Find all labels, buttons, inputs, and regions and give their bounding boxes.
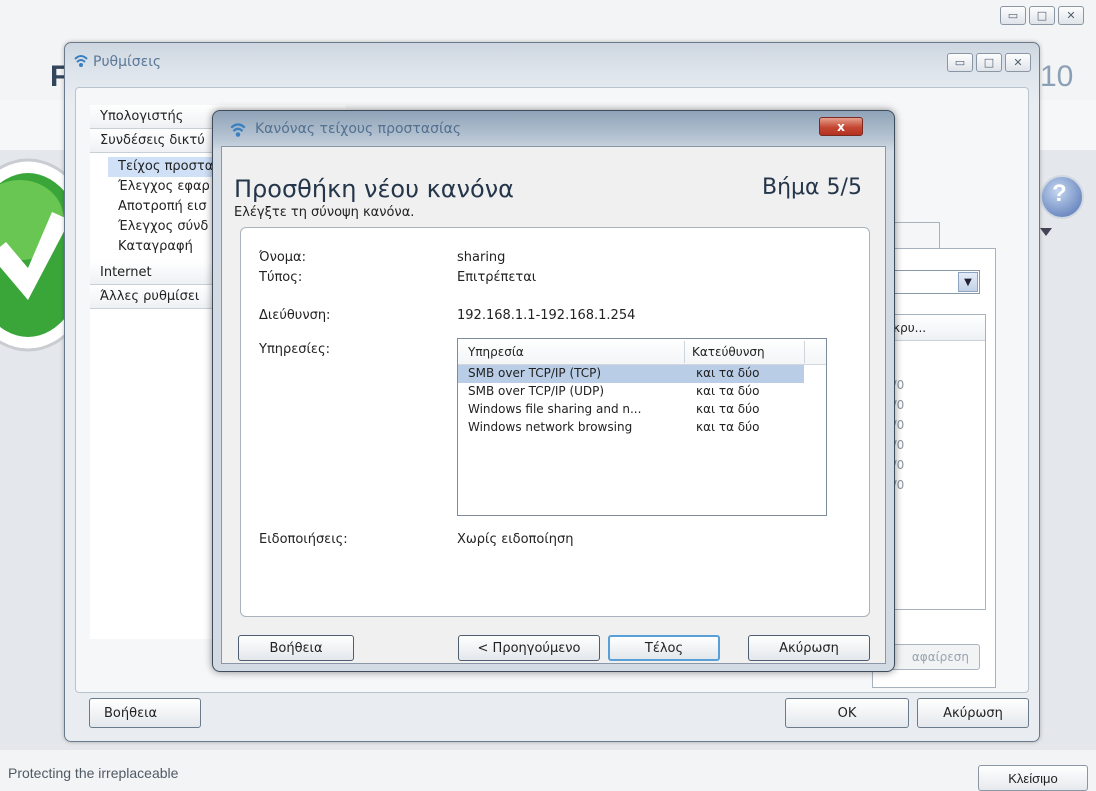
question-mark-icon: ? <box>1052 180 1067 207</box>
rule-summary-panel: Όνομα: sharing Τύπος: Επιτρέπεται Διεύθυ… <box>240 227 870 617</box>
back-button[interactable]: < Προηγούμενο <box>458 635 600 661</box>
maximize-icon[interactable]: □ <box>1029 6 1055 25</box>
column-header-service[interactable]: Υπηρεσία <box>468 345 524 359</box>
wizard-step-indicator: Βήμα 5/5 <box>762 175 862 200</box>
minimize-icon[interactable]: ▭ <box>947 53 973 72</box>
app-tagline: Protecting the irreplaceable <box>8 765 179 781</box>
dialog-close-button[interactable]: x <box>819 117 863 136</box>
settings-help-button[interactable]: Βοήθεια <box>89 698 201 728</box>
service-name-cell: SMB over TCP/IP (TCP) <box>468 366 602 380</box>
dialog-subtitle: Ελέγξτε τη σύνοψη κανόνα. <box>234 205 415 220</box>
notifications-value: Χωρίς ειδοποίηση <box>457 532 574 547</box>
firewall-rule-dialog: Κανόνας τείχους προστασίας x Προσθήκη νέ… <box>212 110 895 672</box>
dialog-cancel-button[interactable]: Ακύρωση <box>748 635 870 661</box>
table-row[interactable]: Windows file sharing and n... και τα δύο <box>458 401 826 419</box>
type-value: Επιτρέπεται <box>457 270 537 285</box>
dialog-heading: Προσθήκη νέου κανόνα <box>234 175 514 203</box>
dialog-help-button[interactable]: Βοήθεια <box>238 635 354 661</box>
close-icon[interactable]: ✕ <box>1005 53 1031 72</box>
services-table-header: Υπηρεσία Κατεύθυνση <box>458 339 826 365</box>
column-separator <box>804 341 805 363</box>
service-name-cell: Windows file sharing and n... <box>468 402 642 416</box>
wifi-icon <box>230 123 246 137</box>
name-label: Όνομα: <box>259 250 306 265</box>
notifications-label: Ειδοποιήσεις: <box>259 532 348 547</box>
chevron-down-icon[interactable]: ▼ <box>958 272 978 292</box>
right-panel-dropdown[interactable]: ▼ <box>880 270 980 294</box>
table-row[interactable]: SMB over TCP/IP (UDP) και τα δύο <box>458 383 826 401</box>
column-header-direction[interactable]: Κατεύθυνση <box>692 345 765 359</box>
settings-window-controls: ▭ □ ✕ <box>947 53 1031 72</box>
table-row[interactable]: Windows network browsing και τα δύο <box>458 419 826 437</box>
wifi-icon <box>74 55 88 67</box>
app-version-text: 10 <box>1040 60 1074 93</box>
maximize-icon[interactable]: □ <box>976 53 1002 72</box>
direction-cell: και τα δύο <box>696 366 760 380</box>
type-label: Τύπος: <box>259 270 303 285</box>
right-list-header[interactable]: κρυ... <box>881 315 985 341</box>
right-list-value: 0/0 <box>881 455 985 475</box>
right-list-value: 0/0 <box>881 375 985 395</box>
right-list-value: 0/0 <box>881 395 985 415</box>
services-label: Υπηρεσίες: <box>259 342 330 357</box>
table-row[interactable]: SMB over TCP/IP (TCP) και τα δύο <box>458 365 804 383</box>
minimize-icon[interactable]: ▭ <box>1000 6 1026 25</box>
right-panel-remove-button[interactable]: αφαίρεση <box>880 644 980 670</box>
settings-ok-button[interactable]: OK <box>785 698 909 728</box>
chevron-down-icon[interactable] <box>1040 228 1052 236</box>
address-label: Διεύθυνση: <box>259 308 331 323</box>
direction-cell: και τα δύο <box>696 384 760 398</box>
dialog-title: Κανόνας τείχους προστασίας <box>255 121 462 137</box>
app-window-controls: ▭ □ ✕ <box>1000 6 1084 25</box>
service-name-cell: SMB over TCP/IP (UDP) <box>468 384 605 398</box>
name-value: sharing <box>457 250 506 265</box>
right-list-value: 0/0 <box>881 435 985 455</box>
settings-cancel-button[interactable]: Ακύρωση <box>917 698 1029 728</box>
finish-button[interactable]: Τέλος <box>608 635 720 661</box>
settings-title: Ρυθμίσεις <box>93 54 162 70</box>
direction-cell: και τα δύο <box>696 420 760 434</box>
right-panel-list: κρυ... 0/0 0/0 0/0 0/0 0/0 0/0 <box>880 314 986 610</box>
direction-cell: και τα δύο <box>696 402 760 416</box>
services-table: Υπηρεσία Κατεύθυνση SMB over TCP/IP (TCP… <box>457 338 827 516</box>
dialog-content: Προσθήκη νέου κανόνα Βήμα 5/5 Ελέγξτε τη… <box>221 146 886 664</box>
app-close-button[interactable]: Κλείσιμο <box>978 765 1088 791</box>
right-list-value: 0/0 <box>881 415 985 435</box>
close-icon[interactable]: ✕ <box>1058 6 1084 25</box>
service-name-cell: Windows network browsing <box>468 420 633 434</box>
address-value: 192.168.1.1-192.168.1.254 <box>457 308 636 323</box>
column-separator <box>684 341 685 363</box>
right-list-value: 0/0 <box>881 475 985 495</box>
